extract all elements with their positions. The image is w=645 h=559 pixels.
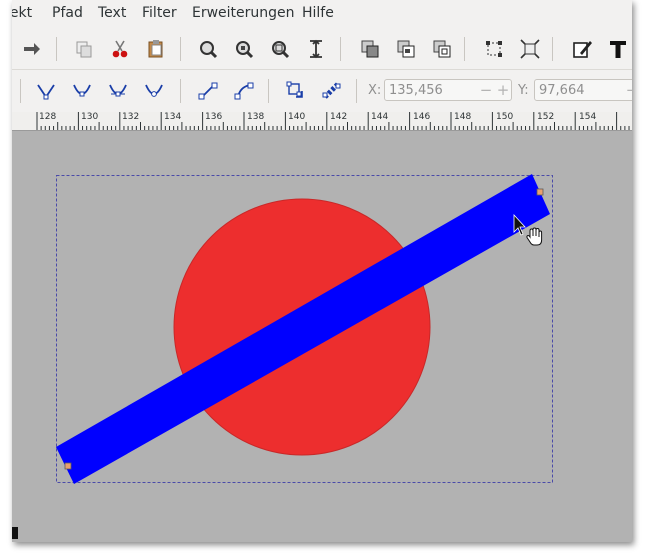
ungroup-icon[interactable] (430, 37, 454, 61)
ruler-label: 130 (81, 112, 99, 122)
x-decrement-button[interactable]: − (478, 79, 494, 101)
duplicate-icon[interactable] (72, 37, 96, 61)
node-handle[interactable] (536, 188, 544, 196)
ruler-label: 146 (413, 112, 431, 122)
ruler-label: 144 (371, 112, 389, 122)
zoom-selection-icon[interactable] (196, 37, 220, 61)
ruler-label: 132 (122, 112, 140, 122)
paste-icon[interactable] (144, 37, 168, 61)
hand-cursor-icon (526, 227, 543, 246)
text-edit-icon[interactable] (570, 37, 594, 61)
raise-icon[interactable] (358, 37, 382, 61)
menu-filter[interactable]: Filter (142, 5, 177, 21)
align-icon[interactable] (518, 37, 542, 61)
redo-icon[interactable] (20, 37, 44, 61)
separator (56, 37, 57, 61)
y-coordinate-group: Y: 97,664 − (516, 79, 632, 103)
ruler-label: 148 (454, 112, 472, 122)
menu-help[interactable]: Hilfe (302, 5, 334, 21)
ruler-label: 128 (39, 112, 57, 122)
inkscape-window: jekt Pfad Text Filter Erweiterungen Hilf… (12, 0, 632, 542)
separator (180, 79, 181, 103)
zoom-drawing-icon[interactable] (232, 37, 256, 61)
separator (180, 37, 181, 61)
x-label: X: (368, 83, 382, 98)
horizontal-ruler[interactable]: 128 130 132 134 136 138 140 142 144 146 … (12, 112, 632, 131)
separator (552, 37, 553, 61)
x-coordinate-group: X: 135,456 − + (368, 79, 528, 103)
segment-curve-icon[interactable] (232, 79, 256, 103)
cut-icon[interactable] (108, 37, 132, 61)
object-to-path-icon[interactable] (284, 79, 308, 103)
menu-extensions[interactable]: Erweiterungen (192, 5, 295, 21)
ruler-label: 142 (330, 112, 348, 122)
node-handle[interactable] (64, 462, 72, 470)
ruler-label: 134 (164, 112, 182, 122)
separator (340, 37, 341, 61)
ruler-label: 152 (537, 112, 555, 122)
separator (356, 79, 357, 103)
ruler-label: 138 (247, 112, 265, 122)
separator (464, 37, 465, 61)
menubar: jekt Pfad Text Filter Erweiterungen Hilf… (12, 0, 632, 24)
menu-object[interactable]: jekt (12, 5, 32, 21)
y-label: Y: (518, 83, 529, 98)
separator (20, 79, 21, 103)
ruler-label: 136 (205, 112, 223, 122)
group-icon[interactable] (394, 37, 418, 61)
drawing-canvas[interactable] (12, 131, 632, 542)
node-smooth-icon[interactable] (70, 79, 94, 103)
ruler-label: 140 (288, 112, 306, 122)
node-auto-icon[interactable] (142, 79, 166, 103)
commands-bar (12, 29, 632, 70)
y-input[interactable]: 97,664 (534, 79, 632, 101)
node-cusp-icon[interactable] (34, 79, 58, 103)
zoom-page-width-icon[interactable] (304, 37, 328, 61)
segment-line-icon[interactable] (196, 79, 220, 103)
text-tool-icon[interactable] (606, 37, 630, 61)
tool-controls-bar: X: 135,456 − + Y: 97,664 − (12, 71, 632, 111)
fill-stroke-icon[interactable] (482, 37, 506, 61)
x-increment-button[interactable]: + (495, 79, 511, 101)
menu-text[interactable]: Text (98, 5, 126, 21)
menu-path[interactable]: Pfad (52, 5, 83, 21)
y-decrement-button[interactable]: − (624, 79, 632, 101)
separator (268, 79, 269, 103)
zoom-page-icon[interactable] (268, 37, 292, 61)
node-symmetric-icon[interactable] (106, 79, 130, 103)
ruler-label: 150 (496, 112, 514, 122)
stroke-to-path-icon[interactable] (320, 79, 344, 103)
status-marker (12, 527, 18, 539)
ruler-label: 154 (579, 112, 597, 122)
